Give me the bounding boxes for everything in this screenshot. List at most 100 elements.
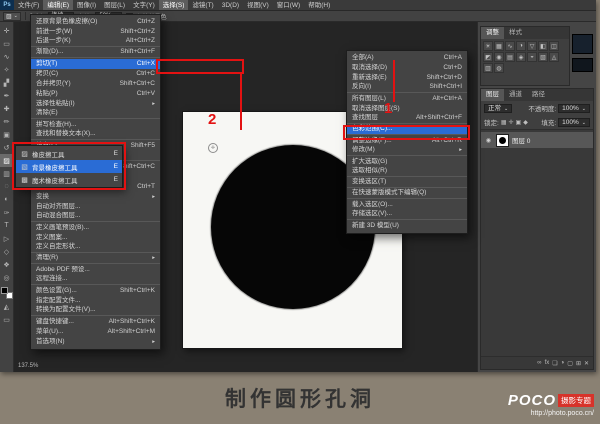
marquee-tool[interactable]: ▭ bbox=[0, 37, 13, 50]
menu-bar-item[interactable]: 3D(D) bbox=[218, 0, 243, 10]
brush-tool[interactable]: ✏ bbox=[0, 115, 13, 128]
select-menu-item[interactable]: 选取相似(R) bbox=[347, 167, 467, 177]
layer-row-0[interactable]: ◉ 图层 0 bbox=[481, 132, 593, 148]
select-menu-item[interactable]: 存储选区(V)... bbox=[347, 210, 467, 220]
eyedropper-tool[interactable]: ✒ bbox=[0, 89, 13, 102]
color-balance-icon[interactable]: ◫ bbox=[549, 41, 559, 51]
edit-menu-item[interactable]: 自动混合图层... bbox=[31, 212, 160, 222]
select-menu-item[interactable]: 取消选择(D) Ctrl+D bbox=[347, 63, 467, 73]
shape-tool[interactable]: ◇ bbox=[0, 245, 13, 258]
select-menu-item[interactable]: 新建 3D 模型(U) bbox=[347, 221, 467, 231]
new-layer-icon[interactable]: ⊞ bbox=[576, 360, 581, 367]
edit-menu-item[interactable]: 定义画笔预设(B)... bbox=[31, 223, 160, 233]
select-menu-item[interactable]: 反向(I) Shift+Ctrl+I bbox=[347, 83, 467, 93]
lock-transparency-icon[interactable]: ▦ bbox=[501, 119, 507, 126]
quick-selection-tool[interactable]: ✧ bbox=[0, 63, 13, 76]
photo-filter-icon[interactable]: ◉ bbox=[494, 52, 504, 62]
layer-mask-icon[interactable]: ❏ bbox=[552, 360, 557, 367]
panel-tab[interactable]: 样式 bbox=[504, 27, 527, 39]
lock-position-icon[interactable]: ▣ bbox=[516, 119, 522, 126]
pen-tool[interactable]: ✑ bbox=[0, 206, 13, 219]
edit-menu-item[interactable]: 转换为配置文件(V)... bbox=[31, 306, 160, 316]
select-menu-item[interactable]: 查找图层 Alt+Shift+Ctrl+F bbox=[347, 114, 467, 124]
edit-menu-item[interactable]: 定义自定形状... bbox=[31, 243, 160, 253]
layer-thumbnail[interactable] bbox=[496, 133, 509, 147]
channel-mixer-icon[interactable]: ▤ bbox=[505, 52, 515, 62]
edit-menu-item[interactable]: 清理(R) bbox=[31, 254, 160, 264]
brightness-contrast-icon[interactable]: ☀ bbox=[483, 41, 493, 51]
adjustment-layer-icon[interactable]: ◑ bbox=[561, 360, 565, 366]
gradient-map-icon[interactable]: ◍ bbox=[494, 63, 504, 73]
select-menu-item[interactable]: 所有图层(L) Alt+Ctrl+A bbox=[347, 94, 467, 104]
path-selection-tool[interactable]: ▷ bbox=[0, 232, 13, 245]
type-tool[interactable]: T bbox=[0, 219, 13, 232]
lock-pixels-icon[interactable]: ✛ bbox=[508, 119, 513, 126]
posterize-icon[interactable]: ▧ bbox=[538, 52, 548, 62]
dodge-tool[interactable]: ◐ bbox=[0, 193, 13, 206]
panel-tab[interactable]: 通道 bbox=[504, 89, 527, 101]
edit-menu-item[interactable]: 远程连接... bbox=[31, 275, 160, 285]
edit-menu-item[interactable]: 合并拷贝(Y) Shift+Ctrl+C bbox=[31, 79, 160, 89]
link-layers-icon[interactable]: ∞ bbox=[537, 360, 541, 366]
select-menu-item[interactable]: 变换选区(T) bbox=[347, 178, 467, 188]
edit-menu-item[interactable]: 还原背景色橡皮擦(O) Ctrl+Z bbox=[31, 17, 160, 27]
lock-all-icon[interactable]: ◆ bbox=[523, 119, 528, 126]
panel-tab[interactable]: 图层 bbox=[481, 89, 504, 101]
edit-menu-item[interactable]: 查找和替换文本(X)... bbox=[31, 130, 160, 140]
menu-bar-item[interactable]: 图像(I) bbox=[73, 0, 100, 10]
vibrance-icon[interactable]: ▽ bbox=[527, 41, 537, 51]
opacity-select[interactable]: 100% bbox=[558, 103, 590, 113]
screen-mode-button[interactable]: ▭ bbox=[0, 313, 13, 326]
select-menu-item[interactable]: 修改(M) bbox=[347, 146, 467, 156]
menu-bar-item[interactable]: 编辑(E) bbox=[43, 0, 73, 10]
menu-bar-item[interactable]: 窗口(W) bbox=[273, 0, 304, 10]
blend-mode-select[interactable]: 正常 bbox=[484, 103, 513, 113]
edit-menu-item[interactable]: 键盘快捷键... Alt+Shift+Ctrl+K bbox=[31, 317, 160, 327]
panel-tab[interactable]: 调整 bbox=[481, 27, 504, 39]
edit-menu-item[interactable]: 变换 bbox=[31, 192, 160, 202]
panel-thumbnail-secondary[interactable] bbox=[572, 58, 593, 72]
selective-color-icon[interactable]: ▥ bbox=[483, 63, 493, 73]
lasso-tool[interactable]: ∿ bbox=[0, 50, 13, 63]
new-group-icon[interactable]: ▢ bbox=[567, 360, 573, 367]
exposure-icon[interactable]: ◑ bbox=[516, 41, 526, 51]
menu-bar-item[interactable]: 帮助(H) bbox=[304, 0, 334, 10]
levels-icon[interactable]: ▦ bbox=[494, 41, 504, 51]
edit-menu-item[interactable]: 菜单(U)... Alt+Shift+Ctrl+M bbox=[31, 327, 160, 337]
black-white-icon[interactable]: ◩ bbox=[483, 52, 493, 62]
edit-menu-item[interactable]: 颜色设置(G)... Shift+Ctrl+K bbox=[31, 286, 160, 296]
select-menu-item[interactable]: 全部(A) Ctrl+A bbox=[347, 53, 467, 63]
menu-bar-item[interactable]: 图层(L) bbox=[100, 0, 129, 10]
menu-bar-item[interactable]: 选择(S) bbox=[158, 0, 189, 10]
panel-thumbnail[interactable] bbox=[572, 34, 593, 54]
tool-preset-chip[interactable]: ▨ ⌄ bbox=[3, 11, 21, 21]
edit-menu-item[interactable]: 清除(E) bbox=[31, 109, 160, 119]
threshold-icon[interactable]: ◬ bbox=[549, 52, 559, 62]
crop-tool[interactable]: ▞ bbox=[0, 76, 13, 89]
clone-stamp-tool[interactable]: ▣ bbox=[0, 128, 13, 141]
color-lookup-icon[interactable]: ◈ bbox=[516, 52, 526, 62]
edit-menu-item[interactable]: 拷贝(C) Ctrl+C bbox=[31, 69, 160, 79]
panel-tab[interactable]: 路径 bbox=[527, 89, 550, 101]
menu-bar-item[interactable]: 文字(Y) bbox=[129, 0, 159, 10]
invert-icon[interactable]: ◒ bbox=[527, 52, 537, 62]
hand-tool[interactable]: ❖ bbox=[0, 258, 13, 271]
edit-menu-item[interactable]: 首选项(N) bbox=[31, 337, 160, 347]
edit-menu-item[interactable]: 渐隐(D)... Shift+Ctrl+F bbox=[31, 48, 160, 58]
edit-menu-item[interactable]: 后退一步(K) Alt+Ctrl+Z bbox=[31, 37, 160, 47]
menu-bar-item[interactable]: 视图(V) bbox=[243, 0, 273, 10]
fill-select[interactable]: 100% bbox=[558, 117, 590, 127]
menu-bar-item[interactable]: 滤镜(T) bbox=[188, 0, 217, 10]
menu-bar-item[interactable]: 文件(F) bbox=[14, 0, 43, 10]
zoom-tool[interactable]: ◎ bbox=[0, 271, 13, 284]
hue-saturation-icon[interactable]: ◧ bbox=[538, 41, 548, 51]
delete-layer-icon[interactable]: ✕ bbox=[584, 360, 589, 367]
foreground-color-swatch[interactable] bbox=[0, 287, 8, 294]
healing-brush-tool[interactable]: ✚ bbox=[0, 102, 13, 115]
curves-icon[interactable]: ∿ bbox=[505, 41, 515, 51]
color-swatches[interactable] bbox=[0, 287, 13, 299]
move-tool[interactable]: ✛ bbox=[0, 24, 13, 37]
edit-menu-item[interactable]: 剪切(T) Ctrl+X bbox=[31, 59, 160, 69]
select-menu-item[interactable]: 在快速蒙版模式下编辑(Q) bbox=[347, 189, 467, 199]
quick-mask-button[interactable]: ◭ bbox=[0, 300, 13, 313]
